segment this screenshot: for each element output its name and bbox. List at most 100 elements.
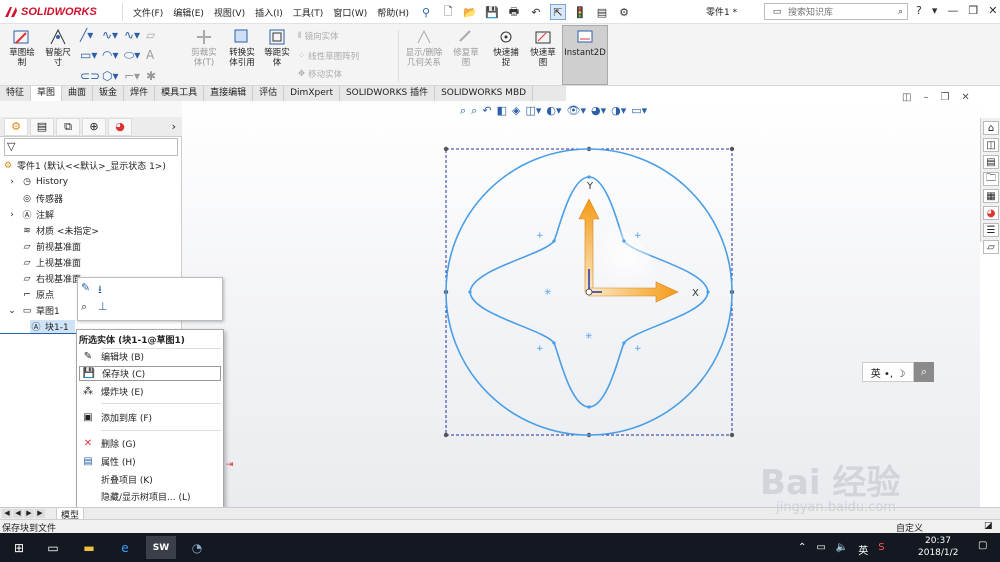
menu-view[interactable]: 视图(V) xyxy=(209,4,250,21)
tray-expand-icon[interactable]: ⌃ xyxy=(798,542,806,557)
pin-icon[interactable]: ⚲ xyxy=(418,4,434,20)
feature-manager-icon[interactable]: ⚙ xyxy=(4,117,28,136)
home-icon[interactable]: ⌂ xyxy=(983,121,999,135)
help-dropdown-icon[interactable]: ▾ xyxy=(932,4,938,17)
smart-dimension-button[interactable]: 智能尺寸 xyxy=(40,26,76,68)
expand-tabs-icon[interactable]: › xyxy=(172,120,176,133)
fillet-icon[interactable]: ⌐▾ xyxy=(124,69,146,83)
tab-direct-editing[interactable]: 直接编辑 xyxy=(204,86,254,101)
normal-to-icon[interactable]: ⊥ xyxy=(98,300,108,313)
menu-item-hide-show-tree[interactable]: 隐藏/显示树项目... (L) xyxy=(79,489,221,504)
search-icon[interactable]: ⌕ xyxy=(898,7,903,17)
view-palette-icon[interactable]: ▦ xyxy=(983,189,999,203)
tab-surfaces[interactable]: 曲面 xyxy=(62,86,94,101)
tab-sketch[interactable]: 草图 xyxy=(31,86,63,101)
tab-weldments[interactable]: 焊件 xyxy=(124,86,156,101)
print-icon[interactable]: 🖶 xyxy=(506,4,522,20)
tab-mold-tools[interactable]: 模具工具 xyxy=(155,86,205,101)
rapid-sketch-button[interactable]: 快速草图 xyxy=(526,26,560,68)
plane-tool-icon[interactable]: ▱ xyxy=(146,28,168,42)
sketch-button[interactable]: 草图绘制 xyxy=(4,26,40,68)
arc-icon[interactable]: ◠▾ xyxy=(102,48,124,63)
offset-entities-button[interactable]: 等距实体 xyxy=(260,26,294,68)
sogou-ime-icon[interactable]: S xyxy=(878,542,884,557)
menu-edit[interactable]: 编辑(E) xyxy=(168,4,209,21)
scroll-prev-icon[interactable]: ◀ xyxy=(13,509,23,518)
menu-insert[interactable]: 插入(I) xyxy=(250,4,288,21)
search-box[interactable]: ▭ 搜索知识库 ⌕ xyxy=(764,3,908,20)
slot-icon[interactable]: ⊂⊃ xyxy=(80,69,102,83)
handle[interactable] xyxy=(729,146,735,152)
menu-item-collapse-items[interactable]: 折叠项目 (K) xyxy=(79,472,221,487)
app-taskbar-icon[interactable]: ◔ xyxy=(182,536,212,559)
configuration-manager-icon[interactable]: ⧉ xyxy=(56,117,80,136)
network-icon[interactable]: ▭ xyxy=(816,542,825,557)
task-view-icon[interactable]: ▭ xyxy=(38,536,68,559)
tree-item-origin[interactable]: ⌐ 原点 xyxy=(6,288,54,302)
expand-icon[interactable]: › xyxy=(6,209,18,221)
options-gear-icon[interactable]: ⚙ xyxy=(616,4,632,20)
restore-icon[interactable]: ❐ xyxy=(968,4,978,17)
origin-point[interactable] xyxy=(585,288,593,296)
tree-item-material[interactable]: ≋ 材质 <未指定> xyxy=(6,224,99,238)
tree-item-block[interactable]: Ⓐ 块1-1 xyxy=(30,320,75,333)
mirror-entities-button[interactable]: ⫴ 镜向实体 xyxy=(298,30,339,42)
menu-item-explode-block[interactable]: ⁂ 爆炸块 (E) xyxy=(79,384,221,399)
ellipse-icon[interactable]: ⬭▾ xyxy=(124,48,146,63)
taskbar-clock[interactable]: 20:37 2018/1/2 xyxy=(918,535,958,559)
display-manager-icon[interactable]: ◕ xyxy=(108,117,132,136)
tree-item-top-plane[interactable]: ▱ 上视基准面 xyxy=(6,256,81,270)
menu-item-delete[interactable]: ✕ 删除 (G) xyxy=(79,436,221,451)
tree-item-right-plane[interactable]: ▱ 右视基准面 xyxy=(6,272,81,286)
menu-window[interactable]: 窗口(W) xyxy=(328,4,372,21)
zoom-to-selection-icon[interactable]: ⌕ xyxy=(81,300,87,314)
rebuild-icon[interactable]: 🚦 xyxy=(572,4,588,20)
handle[interactable] xyxy=(729,432,735,438)
tab-sheet-metal[interactable]: 钣金 xyxy=(93,86,125,101)
collapse-icon[interactable]: ⌄ xyxy=(6,305,18,317)
expand-icon[interactable]: › xyxy=(6,176,18,188)
file-explorer-icon[interactable]: 🗀 xyxy=(983,172,999,186)
notification-center-icon[interactable]: ▢ xyxy=(978,540,992,554)
tree-filter-input[interactable]: ▽ xyxy=(4,138,178,156)
solidworks-taskbar-icon[interactable]: SW xyxy=(146,536,176,559)
menu-item-properties[interactable]: ▤ 属性 (H) xyxy=(79,454,221,469)
help-icon[interactable]: ? xyxy=(916,4,922,17)
handle[interactable] xyxy=(443,432,449,438)
spline-icon[interactable]: ∿▾ xyxy=(102,28,124,42)
convert-entities-button[interactable]: 转换实体引用 xyxy=(224,26,260,68)
ime-language-indicator[interactable]: 英 xyxy=(858,542,868,557)
tree-item-annotations[interactable]: › Ⓐ 注解 xyxy=(6,208,54,222)
volume-icon[interactable]: 🔈 xyxy=(836,542,848,557)
tab-dimxpert[interactable]: DimXpert xyxy=(284,86,340,101)
ime-toolbar[interactable]: 英 •, ☽ xyxy=(862,362,914,382)
tree-item-sensors[interactable]: ◎ 传感器 xyxy=(6,192,63,206)
point-icon[interactable]: ✱ xyxy=(146,69,168,83)
save-icon[interactable]: 💾 xyxy=(484,4,500,20)
tab-evaluate[interactable]: 评估 xyxy=(253,86,285,101)
linear-pattern-button[interactable]: ⁘ 线性草图阵列 xyxy=(298,50,359,62)
forum-icon[interactable]: ▱ xyxy=(983,240,999,254)
handle[interactable] xyxy=(443,146,449,152)
rectangle-icon[interactable]: ▭▾ xyxy=(80,48,102,63)
scroll-last-icon[interactable]: ▶ xyxy=(35,509,45,518)
display-relations-button[interactable]: 显示/删除几何关系 xyxy=(402,26,446,68)
file-properties-icon[interactable]: ▤ xyxy=(594,4,610,20)
quick-snap-button[interactable]: 快速捕捉 xyxy=(488,26,524,68)
appearances-icon[interactable]: ◕ xyxy=(983,206,999,220)
scroll-next-icon[interactable]: ▶ xyxy=(24,509,34,518)
menu-item-add-to-library[interactable]: ▣ 添加到库 (F) xyxy=(79,410,221,425)
polygon-icon[interactable]: ⬡▾ xyxy=(102,69,124,83)
tab-features[interactable]: 特征 xyxy=(0,86,32,101)
file-explorer-taskbar-icon[interactable]: ▬ xyxy=(74,536,104,559)
tree-item-front-plane[interactable]: ▱ 前视基准面 xyxy=(6,240,81,254)
tree-item-sketch1[interactable]: ⌄ ▭ 草图1 xyxy=(6,304,60,318)
solidworks-logo[interactable]: SOLIDWORKS xyxy=(4,4,97,20)
menu-tools[interactable]: 工具(T) xyxy=(288,4,329,21)
property-manager-icon[interactable]: ▤ xyxy=(30,117,54,136)
text-icon[interactable]: A xyxy=(146,48,168,63)
menu-item-save-block[interactable]: 💾 保存块 (C) xyxy=(79,366,221,381)
minimize-icon[interactable]: — xyxy=(947,4,958,17)
design-library-icon[interactable]: ▤ xyxy=(983,155,999,169)
status-help-icon[interactable]: ◪ xyxy=(984,521,993,531)
